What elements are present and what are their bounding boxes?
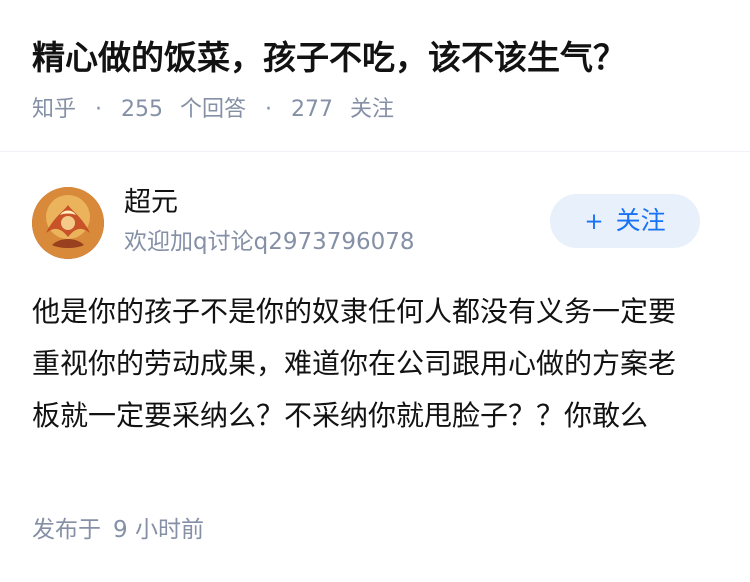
answer-count-label: 个回答 (180, 97, 247, 122)
plus-icon: + (584, 209, 604, 235)
follow-button-label: 关注 (615, 206, 666, 235)
question-title[interactable]: 精心做的饭菜，孩子不吃，该不该生气？ (32, 34, 730, 82)
answer-author-row: 超元 欢迎加q讨论q2973796078 + 关注 (32, 183, 700, 261)
publish-label: 发布于 (32, 517, 101, 543)
publish-time: 9 小时前 (113, 517, 204, 543)
author-bio: 欢迎加q讨论q2973796078 (124, 229, 415, 255)
answer-count: 255 (121, 97, 164, 122)
follow-button[interactable]: + 关注 (550, 194, 700, 248)
source-label[interactable]: 知乎 (32, 97, 76, 122)
question-header: 精心做的饭菜，孩子不吃，该不该生气？ (32, 34, 730, 82)
answer-content[interactable]: 他是你的孩子不是你的奴隶任何人都没有义务一定要重视你的劳动成果，难道你在公司跟用… (32, 286, 702, 442)
author-name[interactable]: 超元 (124, 183, 178, 223)
follower-count-label: 关注 (350, 97, 395, 122)
meta-separator: · (265, 97, 273, 122)
avatar[interactable] (32, 187, 104, 259)
follower-count: 277 (291, 97, 334, 122)
section-divider (0, 151, 750, 152)
meta-separator: · (95, 97, 103, 122)
phoenix-avatar-icon (32, 187, 104, 259)
answer-publish-time: 发布于 9 小时前 (32, 513, 204, 547)
question-meta: 知乎 · 255 个回答 · 277 关注 (32, 94, 394, 126)
